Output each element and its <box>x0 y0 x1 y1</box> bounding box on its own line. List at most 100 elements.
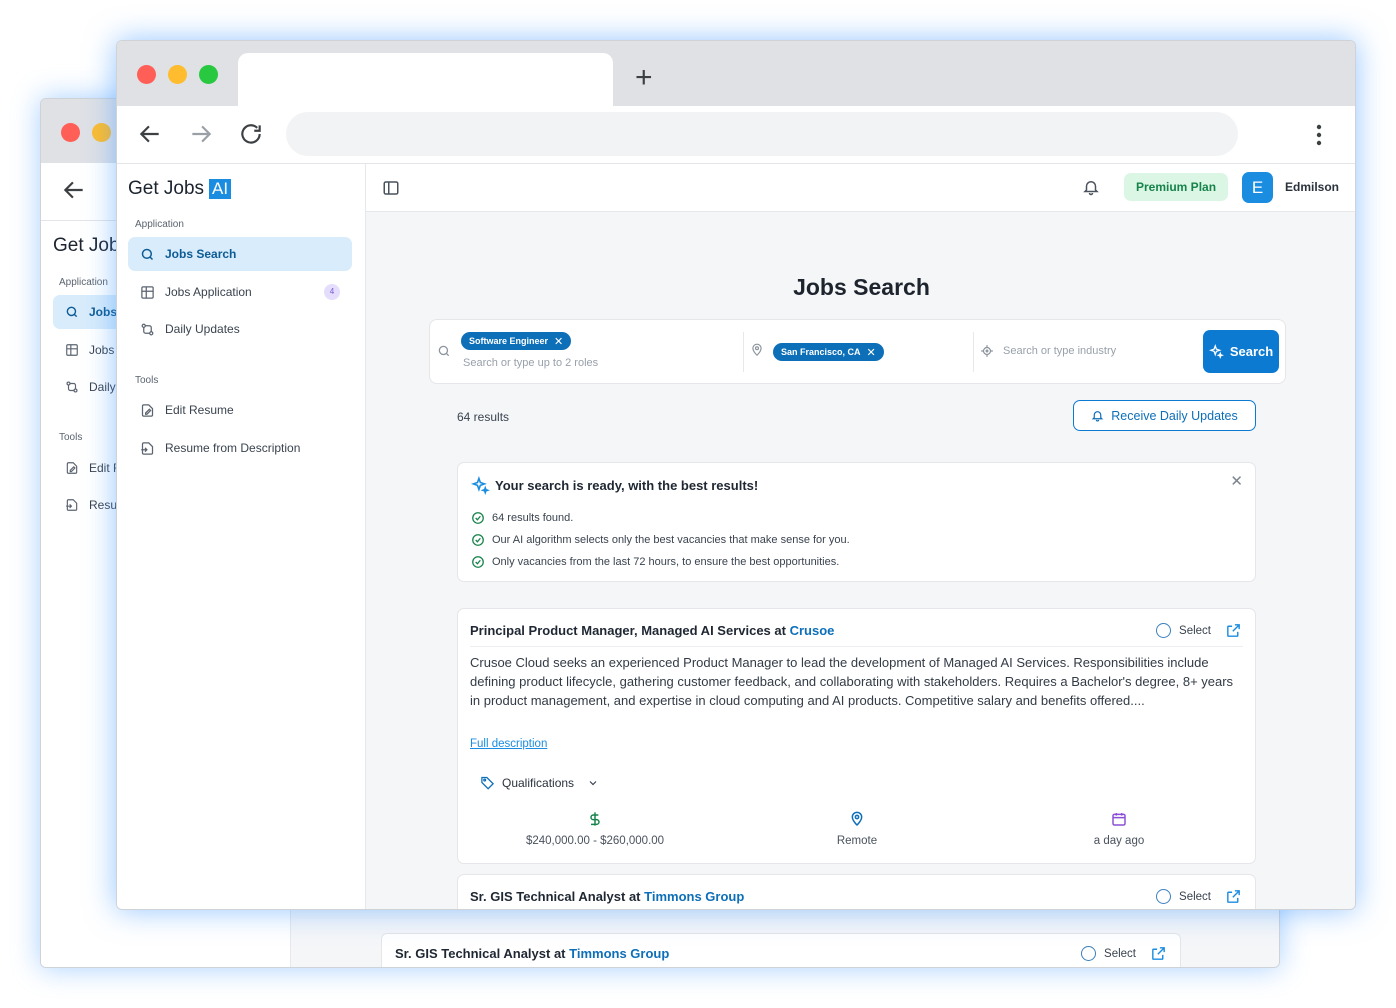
sparkle-icon <box>1208 344 1224 359</box>
back-minimize-dot[interactable] <box>92 123 111 142</box>
sidebar-item-label: Edit Resume <box>165 403 234 417</box>
remove-chip-icon[interactable]: ✕ <box>554 335 563 348</box>
back-arrow-icon[interactable] <box>61 177 87 208</box>
search-ready-notice: Your search is ready, with the best resu… <box>457 462 1256 582</box>
job-title: Sr. GIS Technical Analyst at Timmons Gro… <box>470 889 745 904</box>
sidebar-item-jobs-application[interactable]: Jobs Application 4 <box>128 275 352 309</box>
job-company-link[interactable]: Timmons Group <box>644 889 744 904</box>
back-close-dot[interactable] <box>61 123 80 142</box>
sidebar-item-jobs-search[interactable]: Jobs Search <box>128 237 352 271</box>
sidebar-item-edit-resume[interactable]: Edit Resume <box>128 393 352 427</box>
back-job-company[interactable]: Timmons Group <box>569 946 669 961</box>
receive-daily-updates-button[interactable]: Receive Daily Updates <box>1073 400 1256 431</box>
notice-line: 64 results found. <box>471 511 573 525</box>
username[interactable]: Edmilson <box>1285 180 1339 194</box>
sidebar-item-daily-updates[interactable]: Daily Updates <box>128 312 352 346</box>
premium-plan-badge[interactable]: Premium Plan <box>1124 173 1229 201</box>
address-bar[interactable] <box>286 112 1238 156</box>
close-window-dot[interactable] <box>137 65 156 84</box>
search-button[interactable]: Search <box>1203 330 1279 373</box>
industry-search-input[interactable]: Search or type industry <box>1003 345 1116 357</box>
file-import-icon <box>141 441 154 455</box>
notice-line: Only vacancies from the last 72 hours, t… <box>471 555 839 569</box>
external-link-icon[interactable] <box>1150 945 1167 967</box>
notice-title: Your search is ready, with the best resu… <box>495 478 759 493</box>
page-title: Jobs Search <box>793 274 930 300</box>
section-label-tools: Tools <box>135 375 159 386</box>
job-location: Remote <box>747 811 967 849</box>
check-circle-icon <box>472 534 484 546</box>
select-circle-icon <box>1156 623 1172 638</box>
git-compare-icon <box>66 381 78 393</box>
sidebar-item-label: Jobs Search <box>165 247 237 261</box>
browser-window: + Get Jobs AI Application Jobs Search Jo… <box>116 40 1356 910</box>
role-chip[interactable]: Software Engineer ✕ <box>461 332 572 350</box>
notice-line: Our AI algorithm selects only the best v… <box>471 533 850 547</box>
job-card[interactable]: Sr. GIS Technical Analyst at Timmons Gro… <box>457 874 1256 909</box>
forward-arrow-icon[interactable] <box>188 121 214 152</box>
check-circle-icon <box>472 556 484 568</box>
back-select-toggle[interactable]: Select <box>1081 946 1136 961</box>
qualifications-toggle[interactable]: Qualifications <box>480 775 599 790</box>
back-sidebar-item-label: Daily <box>89 380 116 394</box>
search-icon <box>141 248 154 260</box>
job-title: Principal Product Manager, Managed AI Se… <box>470 623 835 638</box>
new-tab-button[interactable]: + <box>635 63 653 93</box>
grid-icon <box>141 285 154 299</box>
select-circle-icon <box>1081 946 1097 961</box>
back-arrow-icon[interactable] <box>137 121 163 152</box>
search-divider <box>973 332 974 372</box>
bell-icon[interactable] <box>1082 178 1100 201</box>
back-sidebar-item-label: Jobs <box>89 305 118 319</box>
results-count: 64 results <box>457 410 510 424</box>
calendar-icon <box>1112 813 1126 826</box>
count-badge: 4 <box>324 284 340 300</box>
logo-ai-badge: AI <box>209 179 232 199</box>
job-salary: $240,000.00 - $260,000.00 <box>485 811 705 849</box>
more-options-icon[interactable] <box>1314 123 1324 152</box>
file-import-icon <box>66 499 78 511</box>
sidebar-item-label: Resume from Description <box>165 441 301 455</box>
app-logo[interactable]: Get Jobs AI <box>128 178 232 200</box>
edit-file-icon <box>66 462 78 474</box>
search-icon <box>437 344 451 363</box>
role-search-input[interactable]: Search or type up to 2 roles <box>463 357 598 369</box>
stage: Get Job Application Jobs Jobs Daily Tool… <box>0 0 1396 1008</box>
minimize-window-dot[interactable] <box>168 65 187 84</box>
grid-icon <box>66 344 78 356</box>
section-label-application: Application <box>135 219 184 230</box>
browser-tab[interactable] <box>238 53 613 106</box>
search-bar: Software Engineer ✕ Search or type up to… <box>429 319 1286 384</box>
external-link-icon[interactable] <box>1225 622 1242 644</box>
remove-chip-icon[interactable]: ✕ <box>867 346 876 359</box>
back-job-card[interactable]: Sr. GIS Technical Analyst at Timmons Gro… <box>381 933 1181 967</box>
select-toggle[interactable]: Select <box>1156 623 1211 638</box>
full-description-link[interactable]: Full description <box>470 738 547 750</box>
back-sidebar-item-label: Jobs <box>89 343 115 357</box>
close-icon[interactable]: ✕ <box>1230 472 1243 490</box>
main-content: Premium Plan E Edmilson Jobs Search Soft… <box>366 164 1355 909</box>
bell-icon <box>1091 411 1104 422</box>
tag-icon <box>481 776 495 790</box>
select-toggle[interactable]: Select <box>1156 889 1211 904</box>
sidebar-toggle-icon[interactable] <box>382 179 400 202</box>
maximize-window-dot[interactable] <box>199 65 218 84</box>
git-compare-icon <box>141 323 154 335</box>
job-description: Crusoe Cloud seeks an experienced Produc… <box>470 655 1234 708</box>
location-pin-icon <box>750 343 764 362</box>
location-pin-icon <box>851 811 863 827</box>
top-bar: Premium Plan E Edmilson <box>366 164 1355 212</box>
location-chip[interactable]: San Francisco, CA ✕ <box>773 343 884 361</box>
avatar[interactable]: E <box>1242 172 1273 203</box>
sidebar-item-label: Jobs Application <box>165 285 252 299</box>
sidebar-item-resume-from-description[interactable]: Resume from Description <box>128 431 352 465</box>
back-section-application: Application <box>59 277 108 288</box>
sidebar-item-label: Daily Updates <box>165 322 240 336</box>
sparkle-icon <box>470 475 490 500</box>
external-link-icon[interactable] <box>1225 888 1242 909</box>
edit-file-icon <box>141 403 154 417</box>
job-card[interactable]: Principal Product Manager, Managed AI Se… <box>457 608 1256 864</box>
job-company-link[interactable]: Crusoe <box>790 623 835 638</box>
reload-icon[interactable] <box>238 121 264 152</box>
title-bar: + <box>117 41 1355 106</box>
